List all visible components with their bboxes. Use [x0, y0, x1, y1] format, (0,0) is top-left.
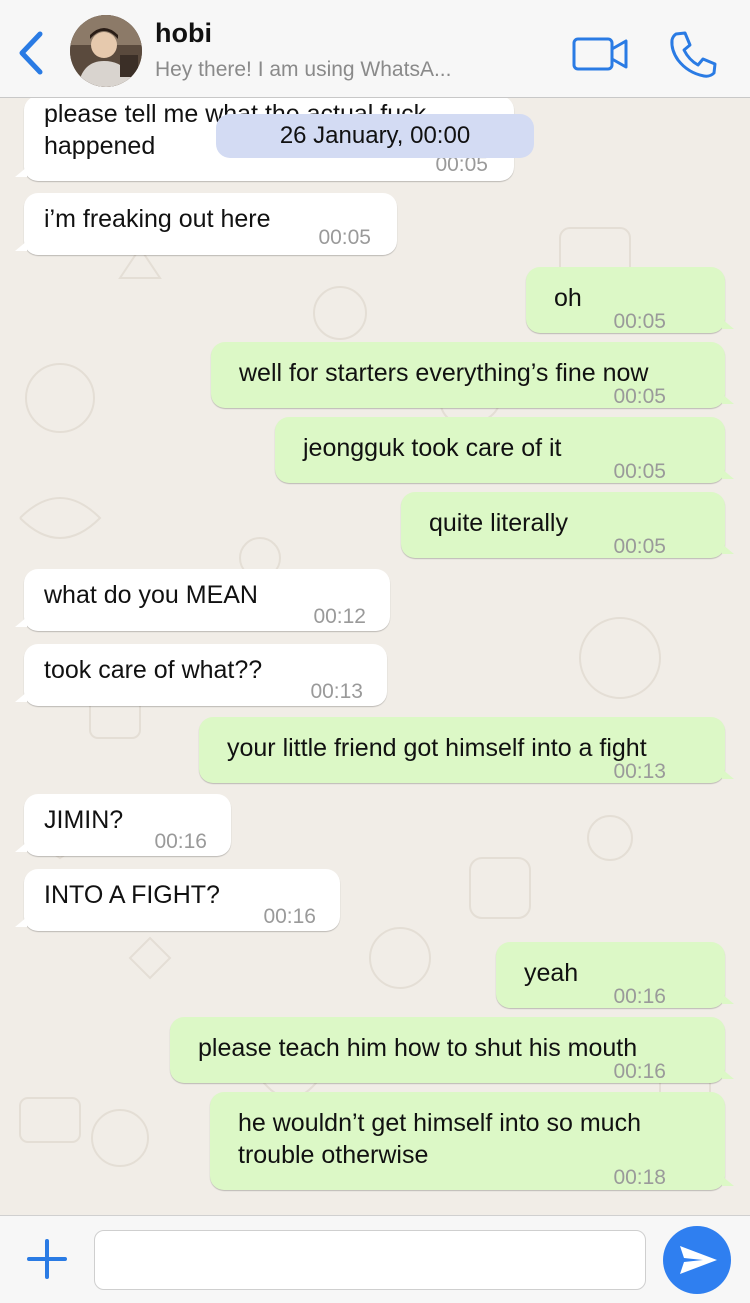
message-time: 00:16: [263, 905, 316, 928]
contact-name[interactable]: hobi: [155, 18, 212, 49]
message-bubble[interactable]: oh 00:05: [526, 267, 734, 333]
back-button[interactable]: [14, 28, 48, 78]
voice-call-button[interactable]: [666, 28, 720, 80]
message-text: yeah: [524, 959, 579, 987]
message-list: please tell me what the actual fuck happ…: [0, 98, 750, 1215]
send-icon: [680, 1246, 717, 1274]
message-text: JIMIN?: [44, 806, 124, 834]
message-bubble[interactable]: took care of what?? 00:13: [15, 644, 387, 706]
send-button[interactable]: [663, 1226, 731, 1294]
message-bubble[interactable]: i’m freaking out here 00:05: [15, 193, 397, 255]
video-call-button[interactable]: [570, 34, 630, 74]
message-time: 00:05: [613, 535, 666, 558]
message-text: oh: [554, 284, 582, 312]
message-input[interactable]: [94, 1230, 646, 1290]
message-time: 00:13: [613, 760, 666, 783]
video-camera-icon: [572, 37, 628, 71]
phone-icon: [670, 31, 717, 78]
message-time: 00:16: [154, 830, 207, 853]
message-text: your little friend got himself into a fi…: [227, 734, 647, 762]
chat-header: hobi Hey there! I am using WhatsA...: [0, 0, 750, 98]
message-bubble[interactable]: jeongguk took care of it 00:05: [275, 417, 734, 483]
message-bubble[interactable]: well for starters everything’s fine now …: [211, 342, 734, 408]
message-bubble[interactable]: your little friend got himself into a fi…: [199, 717, 734, 783]
message-time: 00:05: [613, 460, 666, 483]
message-time: 00:05: [613, 310, 666, 333]
avatar-photo: [70, 15, 142, 87]
message-text: well for starters everything’s fine now: [239, 359, 649, 387]
plus-icon: [27, 1239, 67, 1279]
message-bubble[interactable]: INTO A FIGHT? 00:16: [15, 869, 340, 931]
message-time: 00:13: [310, 680, 363, 703]
message-bubble[interactable]: what do you MEAN 00:12: [15, 569, 390, 631]
chat-area[interactable]: 26 January, 00:00 please tell me what th…: [0, 98, 750, 1215]
date-separator: 26 January, 00:00: [216, 114, 534, 158]
message-text: jeongguk took care of it: [303, 434, 562, 462]
message-input-bar: [0, 1215, 750, 1303]
message-time: 00:05: [318, 226, 371, 249]
message-time: 00:12: [313, 605, 366, 628]
message-text: took care of what??: [44, 656, 263, 684]
avatar[interactable]: [70, 15, 142, 87]
attach-button[interactable]: [24, 1236, 70, 1282]
message-text: INTO A FIGHT?: [44, 881, 220, 909]
message-bubble[interactable]: he wouldn’t get himself into so much tro…: [210, 1092, 734, 1190]
contact-status: Hey there! I am using WhatsA...: [155, 58, 452, 81]
message-time: 00:05: [613, 385, 666, 408]
message-bubble[interactable]: JIMIN? 00:16: [15, 794, 231, 856]
message-time: 00:18: [613, 1166, 666, 1189]
message-text: please teach him how to shut his mouth: [198, 1034, 638, 1062]
message-time: 00:16: [613, 1060, 666, 1083]
chevron-left-icon: [19, 31, 43, 75]
message-text: what do you MEAN: [44, 581, 258, 609]
message-text: he wouldn’t get himself into so much tro…: [238, 1109, 641, 1169]
message-bubble[interactable]: please teach him how to shut his mouth 0…: [170, 1017, 734, 1083]
message-text: quite literally: [429, 509, 568, 537]
message-time: 00:16: [613, 985, 666, 1008]
message-bubble[interactable]: yeah 00:16: [496, 942, 734, 1008]
message-text: i’m freaking out here: [44, 205, 271, 233]
message-bubble[interactable]: quite literally 00:05: [401, 492, 734, 558]
